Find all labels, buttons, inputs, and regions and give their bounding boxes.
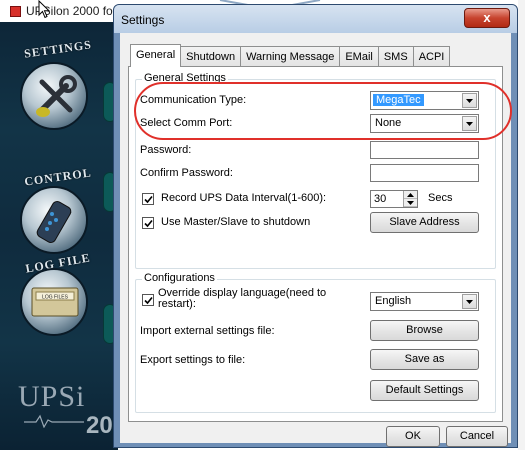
comm-type-value: MegaTec <box>373 94 424 106</box>
chevron-down-icon <box>466 99 473 103</box>
tab-acpi[interactable]: ACPI <box>412 46 451 67</box>
dialog-body: General Shutdown Warning Message EMail S… <box>120 33 511 447</box>
heartbeat-wave-icon <box>24 414 84 428</box>
language-dropdown-button[interactable] <box>462 294 477 309</box>
dialog-title: Settings <box>121 13 165 27</box>
import-settings-label: Import external settings file: <box>140 325 275 337</box>
checkmark-icon <box>144 195 153 204</box>
brand-logo-text: UPSi <box>18 380 86 413</box>
sidebar-settings-panel[interactable]: SETTINGS <box>0 22 100 142</box>
tab-sms[interactable]: SMS <box>377 46 414 67</box>
comm-type-label: Communication Type: <box>140 94 247 106</box>
chevron-down-icon <box>466 300 473 304</box>
close-icon: x <box>483 10 491 25</box>
chevron-down-icon <box>466 122 473 126</box>
record-interval-spinner[interactable]: 30 <box>370 190 418 208</box>
record-interval-label: Record UPS Data Interval(1-600): <box>161 192 327 204</box>
comm-type-dropdown-button[interactable] <box>462 93 477 108</box>
comm-port-value: None <box>375 117 402 129</box>
tab-strip: General Shutdown Warning Message EMail S… <box>130 44 451 67</box>
mouse-cursor-icon <box>38 0 51 19</box>
general-settings-group: General Settings Communication Type: Meg… <box>135 72 496 269</box>
password-label: Password: <box>140 144 192 156</box>
language-value: English <box>375 295 412 307</box>
sidebar-control-panel[interactable]: CONTROL <box>0 142 100 254</box>
master-slave-label: Use Master/Slave to shutdown <box>161 216 311 228</box>
export-settings-label: Export settings to file: <box>140 354 246 366</box>
browse-button[interactable]: Browse <box>370 320 479 341</box>
confirm-password-field[interactable] <box>370 164 479 182</box>
save-as-button[interactable]: Save as <box>370 349 479 370</box>
dialog-titlebar[interactable]: Settings x <box>114 5 517 33</box>
comm-port-dropdown-button[interactable] <box>462 116 477 131</box>
settings-tools-icon <box>20 62 88 130</box>
configurations-group: Configurations Override display language… <box>135 272 496 413</box>
log-files-icon: LOG FILES <box>20 268 88 336</box>
configurations-legend: Configurations <box>142 272 217 284</box>
comm-port-select[interactable]: None <box>370 114 479 133</box>
spin-down-button[interactable] <box>404 199 417 207</box>
password-field[interactable] <box>370 141 479 159</box>
log-files-card-label: LOG FILES <box>42 295 69 301</box>
record-interval-unit: Secs <box>428 192 453 204</box>
background-titlebar: UPSilon 2000 for Windows (Master) <box>0 0 217 22</box>
comm-port-label: Select Comm Port: <box>140 117 233 129</box>
spinner-buttons[interactable] <box>403 191 417 207</box>
app-icon <box>10 6 21 17</box>
slave-address-button[interactable]: Slave Address <box>370 212 479 233</box>
checkmark-icon <box>144 219 153 228</box>
general-tab-page: General Settings Communication Type: Meg… <box>128 66 503 422</box>
default-settings-button[interactable]: Default Settings <box>370 380 479 401</box>
background-window-edge <box>518 0 525 450</box>
tab-shutdown[interactable]: Shutdown <box>180 46 242 67</box>
brand-logo-year: 20 <box>86 412 113 439</box>
record-interval-checkbox[interactable] <box>142 193 154 205</box>
tab-general[interactable]: General <box>130 44 182 67</box>
record-interval-value: 30 <box>374 193 387 205</box>
comm-type-select[interactable]: MegaTec <box>370 91 479 110</box>
ok-button[interactable]: OK <box>386 426 440 447</box>
override-language-checkbox[interactable] <box>142 294 154 306</box>
close-button[interactable]: x <box>464 8 510 28</box>
tab-email[interactable]: EMail <box>339 46 379 67</box>
tab-warning-message[interactable]: Warning Message <box>240 46 341 67</box>
general-settings-legend: General Settings <box>142 72 228 84</box>
settings-dialog: Settings x General Shutdown Warning Mess… <box>113 4 518 448</box>
language-select[interactable]: English <box>370 292 479 311</box>
spin-up-button[interactable] <box>404 191 417 199</box>
confirm-password-label: Confirm Password: <box>140 167 233 179</box>
chevron-up-icon <box>407 193 414 197</box>
chevron-down-icon <box>407 201 414 205</box>
master-slave-checkbox[interactable] <box>142 217 154 229</box>
override-language-label: Override display language(need to restar… <box>158 287 327 310</box>
sidebar-settings-label: SETTINGS <box>23 37 93 61</box>
checkmark-icon <box>144 296 153 305</box>
sidebar-logfile-panel[interactable]: LOG FILE LOG FILES <box>0 242 100 352</box>
cancel-button[interactable]: Cancel <box>446 426 508 447</box>
